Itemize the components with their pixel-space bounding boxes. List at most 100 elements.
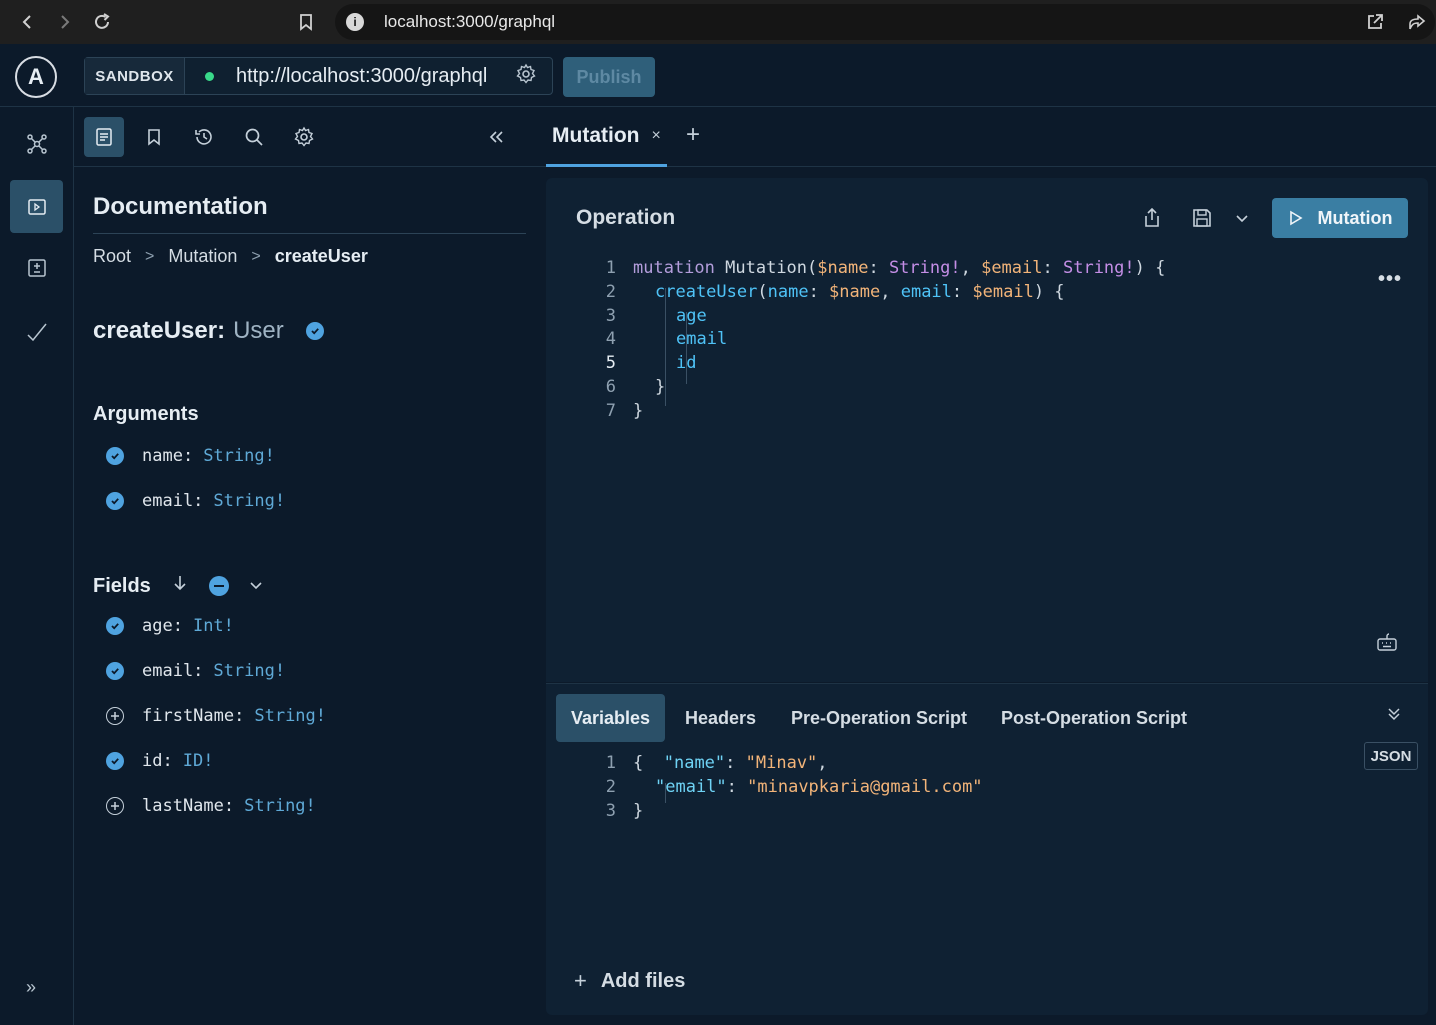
address-url: localhost:3000/graphql bbox=[384, 12, 556, 31]
argument-row[interactable]: email: String! bbox=[106, 486, 285, 516]
add-circle-icon[interactable] bbox=[106, 707, 124, 725]
connection-status-dot bbox=[205, 71, 214, 81]
code-line: 1 mutation Mutation($name: String!, $ema… bbox=[605, 258, 1166, 278]
save-icon[interactable] bbox=[1188, 204, 1216, 232]
check-circle-icon[interactable] bbox=[106, 752, 124, 770]
search-icon[interactable] bbox=[234, 117, 274, 157]
fields-header: Fields bbox=[93, 574, 263, 598]
field-row[interactable]: lastName: String! bbox=[106, 791, 316, 821]
argument-name: email: bbox=[142, 491, 204, 511]
field-name: lastName: bbox=[142, 796, 235, 816]
variables-panel: Variables Headers Pre-Operation Script P… bbox=[546, 683, 1428, 1015]
field-name: email: bbox=[142, 661, 204, 681]
schema-diff-icon[interactable] bbox=[10, 241, 63, 294]
check-circle-icon[interactable] bbox=[106, 617, 124, 635]
variables-editor[interactable]: 1 { "name": "Minav", 2 "email": "minavpk… bbox=[576, 753, 1336, 833]
back-icon[interactable] bbox=[14, 8, 42, 36]
field-row[interactable]: age: Int! bbox=[106, 611, 234, 641]
field-type[interactable]: ID! bbox=[183, 751, 214, 771]
operation-tabs: Mutation × + bbox=[546, 107, 1436, 167]
endpoint-settings-icon[interactable] bbox=[515, 63, 537, 90]
chevron-down-icon[interactable] bbox=[1228, 204, 1256, 232]
settings-gear-icon[interactable] bbox=[284, 117, 324, 157]
expand-nav-icon[interactable]: » bbox=[26, 977, 36, 998]
app-header: A SANDBOX http://localhost:3000/graphql … bbox=[0, 44, 1436, 107]
field-type[interactable]: String! bbox=[244, 796, 316, 816]
docs-toolbar bbox=[74, 107, 546, 167]
endpoint-input[interactable]: http://localhost:3000/graphql bbox=[236, 65, 502, 88]
field-name: age: bbox=[142, 616, 183, 636]
forward-icon[interactable] bbox=[50, 8, 78, 36]
collapse-panel-icon[interactable] bbox=[1386, 706, 1402, 727]
code-line: 3 age bbox=[605, 306, 707, 326]
add-files-button[interactable]: + Add files bbox=[574, 968, 685, 994]
sort-arrow-down-icon[interactable] bbox=[171, 574, 189, 598]
check-circle-icon[interactable] bbox=[106, 447, 124, 465]
collapse-panel-icon[interactable] bbox=[476, 117, 516, 157]
argument-type[interactable]: String! bbox=[203, 446, 275, 466]
operation-panel: Operation Mutation ••• 1 mutation Mutati… bbox=[546, 178, 1428, 682]
deselect-all-icon[interactable] bbox=[208, 576, 229, 596]
operation-editor[interactable]: 1 mutation Mutation($name: String!, $ema… bbox=[576, 258, 1396, 428]
sandbox-label: SANDBOX bbox=[85, 58, 185, 94]
publish-button[interactable]: Publish bbox=[563, 57, 655, 97]
field-name: createUser: bbox=[93, 317, 226, 344]
chevron-down-icon[interactable] bbox=[249, 575, 263, 598]
json-format-badge[interactable]: JSON bbox=[1364, 742, 1418, 770]
divider bbox=[93, 233, 526, 234]
field-row[interactable]: id: ID! bbox=[106, 746, 213, 776]
schema-icon[interactable] bbox=[10, 117, 63, 170]
field-row[interactable]: email: String! bbox=[106, 656, 285, 686]
argument-type[interactable]: String! bbox=[213, 491, 285, 511]
share-icon[interactable] bbox=[1138, 204, 1166, 232]
code-line: 4 email bbox=[605, 329, 728, 349]
run-mutation-button[interactable]: Mutation bbox=[1272, 198, 1408, 238]
tab-pre-operation-script[interactable]: Pre-Operation Script bbox=[791, 694, 967, 742]
close-tab-icon[interactable]: × bbox=[651, 127, 660, 145]
bookmark-collections-icon[interactable] bbox=[134, 117, 174, 157]
field-name: firstName: bbox=[142, 706, 245, 726]
tab-headers[interactable]: Headers bbox=[685, 694, 756, 742]
keyboard-shortcuts-icon[interactable] bbox=[1376, 632, 1398, 657]
code-line: 7 } bbox=[605, 401, 644, 421]
documentation-panel: Documentation Root > Mutation > createUs… bbox=[74, 107, 546, 1025]
argument-row[interactable]: name: String! bbox=[106, 441, 275, 471]
bookmark-icon[interactable] bbox=[292, 8, 320, 36]
docs-title: Documentation bbox=[93, 193, 268, 220]
chevron-right-icon: > bbox=[251, 247, 261, 265]
breadcrumb: Root > Mutation > createUser bbox=[93, 246, 368, 267]
check-circle-icon[interactable] bbox=[106, 662, 124, 680]
field-type[interactable]: String! bbox=[213, 661, 285, 681]
documentation-tab-icon[interactable] bbox=[84, 117, 124, 157]
reload-icon[interactable] bbox=[88, 8, 116, 36]
tab-mutation[interactable]: Mutation × bbox=[546, 107, 667, 167]
checks-icon[interactable] bbox=[10, 305, 63, 358]
field-type[interactable]: String! bbox=[254, 706, 326, 726]
add-tab-icon[interactable]: + bbox=[686, 121, 700, 149]
code-line: 5 id bbox=[605, 353, 697, 373]
tab-post-operation-script[interactable]: Post-Operation Script bbox=[1001, 694, 1187, 742]
arguments-title: Arguments bbox=[93, 403, 199, 425]
operation-title: Operation bbox=[576, 206, 676, 229]
explorer-icon[interactable] bbox=[10, 180, 63, 233]
history-icon[interactable] bbox=[184, 117, 224, 157]
add-circle-icon[interactable] bbox=[106, 797, 124, 815]
field-heading: createUser: User bbox=[93, 317, 324, 345]
address-bar[interactable]: i localhost:3000/graphql bbox=[335, 4, 1435, 40]
tab-label: Mutation bbox=[552, 123, 640, 147]
open-external-icon[interactable] bbox=[1361, 8, 1389, 36]
field-type[interactable]: Int! bbox=[193, 616, 234, 636]
share-icon[interactable] bbox=[1403, 8, 1431, 36]
code-line: 2 createUser(name: $name, email: $email)… bbox=[605, 282, 1065, 302]
breadcrumb-mutation[interactable]: Mutation bbox=[168, 246, 237, 267]
check-circle-icon[interactable] bbox=[106, 492, 124, 510]
field-return-type[interactable]: User bbox=[233, 317, 284, 345]
site-info-icon[interactable]: i bbox=[346, 13, 364, 31]
tab-variables[interactable]: Variables bbox=[556, 694, 666, 742]
left-nav-rail: » bbox=[0, 107, 74, 1025]
field-row[interactable]: firstName: String! bbox=[106, 701, 326, 731]
check-circle-icon[interactable] bbox=[305, 322, 324, 340]
apollo-logo-icon[interactable]: A bbox=[15, 56, 57, 98]
plus-icon: + bbox=[574, 968, 587, 993]
breadcrumb-root[interactable]: Root bbox=[93, 246, 131, 267]
